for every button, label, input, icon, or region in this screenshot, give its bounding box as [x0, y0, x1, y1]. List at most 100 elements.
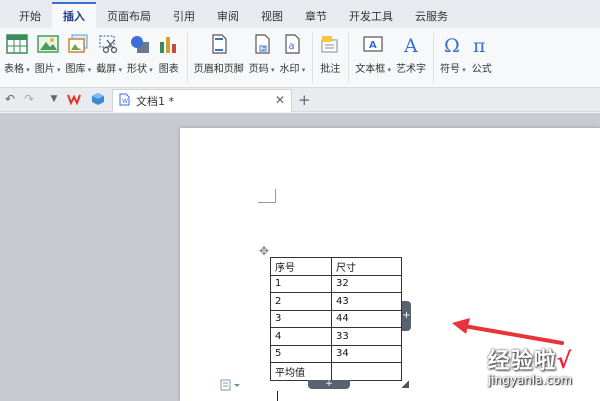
symbol-button[interactable]: Ω 符号 ▾ — [440, 28, 466, 75]
gallery-icon — [67, 33, 89, 55]
table-cell[interactable]: 44 — [331, 309, 402, 328]
svg-text:A: A — [403, 35, 418, 54]
tab-review[interactable]: 审阅 — [206, 4, 250, 28]
chevron-down-icon: ▾ — [54, 66, 61, 74]
menu-bar: 开始 插入 页面布局 引用 审阅 视图 章节 开发工具 云服务 — [0, 0, 600, 28]
page-number-icon: # — [251, 33, 273, 55]
close-icon[interactable]: ✕ — [275, 93, 285, 107]
watermark-logo: 经验啦√ jingyanla.com — [462, 343, 598, 387]
table-cell[interactable]: 3 — [270, 309, 332, 328]
tab-view[interactable]: 视图 — [250, 4, 294, 28]
screenshot-button[interactable]: 截屏 ▾ — [96, 28, 122, 75]
tab-developer[interactable]: 开发工具 — [338, 4, 404, 28]
add-column-button[interactable]: + — [402, 301, 411, 331]
picture-button[interactable]: 图片 ▾ — [35, 28, 61, 75]
header-footer-button[interactable]: 页眉和页脚 — [194, 28, 244, 75]
symbol-label: 符号 — [440, 64, 460, 75]
table-cell[interactable]: 序号 — [270, 257, 332, 276]
wordart-icon: A — [400, 33, 422, 55]
table-icon — [6, 33, 28, 55]
checkmark-icon: √ — [556, 349, 573, 374]
textbox-label: 文本框 — [355, 64, 386, 75]
table-cell[interactable]: 平均值 — [270, 362, 332, 381]
chart-label: 图表 — [158, 64, 179, 75]
tab-page-layout[interactable]: 页面布局 — [96, 4, 162, 28]
page-number-label: 页码 — [248, 64, 269, 75]
chevron-down-icon[interactable]: ▼ — [47, 92, 61, 106]
chart-button[interactable]: 图表 — [158, 28, 180, 75]
table-cell[interactable] — [331, 362, 402, 381]
chart-icon — [158, 33, 180, 55]
undo-icon[interactable]: ↶ — [3, 92, 17, 106]
ribbon-separator — [348, 33, 350, 83]
table-cell[interactable]: 43 — [331, 292, 402, 311]
chevron-down-icon: ▾ — [85, 66, 92, 74]
text-cursor — [277, 391, 278, 401]
formula-button[interactable]: π 公式 — [471, 28, 493, 75]
new-tab-icon[interactable]: + — [298, 91, 311, 109]
table-resize-handle[interactable] — [402, 381, 409, 388]
table-cell[interactable]: 2 — [270, 292, 332, 311]
wps-logo-icon[interactable] — [67, 92, 81, 106]
table-row: 平均值 — [270, 362, 402, 381]
table-move-icon[interactable]: ✥ — [259, 245, 271, 257]
chevron-down-icon: ▾ — [24, 66, 30, 74]
table-row: 2 43 — [270, 292, 402, 311]
svg-text:A: A — [369, 40, 377, 51]
table-cell[interactable]: 32 — [331, 274, 402, 293]
document-tab[interactable]: W 文档1 * ✕ — [112, 89, 292, 112]
wordart-label: 艺术字 — [396, 64, 426, 75]
document-tab-bar: ↶ ↷ ▼ W 文档1 * ✕ + — [0, 88, 600, 112]
ribbon-separator — [186, 33, 188, 83]
svg-text:W: W — [122, 98, 128, 105]
screenshot-icon — [98, 33, 120, 55]
document-title: 文档1 * — [136, 95, 174, 108]
gallery-button[interactable]: 图库 ▾ — [65, 28, 92, 75]
gallery-label: 图库 — [65, 64, 86, 75]
cube-icon[interactable] — [91, 92, 105, 106]
svg-text:#: # — [261, 46, 265, 52]
page-number-button[interactable]: # 页码 ▾ — [249, 28, 275, 75]
tab-cloud[interactable]: 云服务 — [404, 4, 459, 28]
table-cell[interactable]: 1 — [270, 274, 332, 293]
comment-label: 批注 — [320, 64, 341, 75]
picture-label: 图片 — [34, 64, 55, 75]
chevron-down-icon: ▾ — [268, 66, 275, 74]
table-row: 4 33 — [270, 327, 402, 346]
shapes-label: 形状 — [127, 64, 147, 75]
ribbon-separator — [312, 33, 314, 83]
comment-button[interactable]: 批注 — [319, 28, 341, 75]
header-footer-icon — [208, 33, 230, 55]
ribbon-toolbar: 表格 ▾ 图片 ▾ 图库 ▾ 截屏 ▾ 形状 ▾ 图表 页眉和页脚 # 页码 ▾… — [0, 28, 600, 88]
document-icon: W — [119, 93, 130, 109]
shapes-button[interactable]: 形状 ▾ — [127, 28, 153, 75]
table-row: 3 44 — [270, 309, 402, 328]
table-cell[interactable]: 5 — [270, 344, 332, 363]
table-row: 1 32 — [270, 274, 402, 293]
formula-label: 公式 — [471, 64, 492, 75]
tab-insert[interactable]: 插入 — [52, 2, 96, 28]
tab-references[interactable]: 引用 — [162, 4, 206, 28]
tab-home[interactable]: 开始 — [8, 4, 52, 28]
wordart-button[interactable]: A 艺术字 — [396, 28, 426, 75]
redo-icon[interactable]: ↷ — [22, 92, 36, 106]
textbox-button[interactable]: A 文本框 ▾ — [355, 28, 391, 75]
table-cell[interactable]: 4 — [270, 327, 332, 346]
table-cell[interactable]: 33 — [331, 327, 402, 346]
table-button[interactable]: 表格 ▾ — [4, 28, 30, 75]
svg-text:π: π — [473, 35, 486, 54]
paste-options-icon[interactable] — [220, 379, 242, 391]
table-cell[interactable]: 34 — [331, 344, 402, 363]
watermark-button[interactable]: a 水印 ▾ — [279, 28, 305, 75]
margin-corner-mark — [258, 189, 276, 203]
tab-section[interactable]: 章节 — [294, 4, 338, 28]
document-table[interactable]: 序号 尺寸 1 32 2 43 3 44 4 33 5 34 平均值 — [270, 257, 402, 381]
add-row-button[interactable]: + — [308, 380, 350, 389]
table-cell[interactable]: 尺寸 — [331, 257, 402, 276]
table-label: 表格 — [4, 64, 24, 75]
symbol-icon: Ω — [442, 33, 464, 55]
watermark-label: 水印 — [279, 64, 300, 75]
header-footer-label: 页眉和页脚 — [193, 64, 244, 75]
svg-text:a: a — [289, 41, 295, 52]
watermark-url: jingyanla.com — [487, 373, 573, 387]
